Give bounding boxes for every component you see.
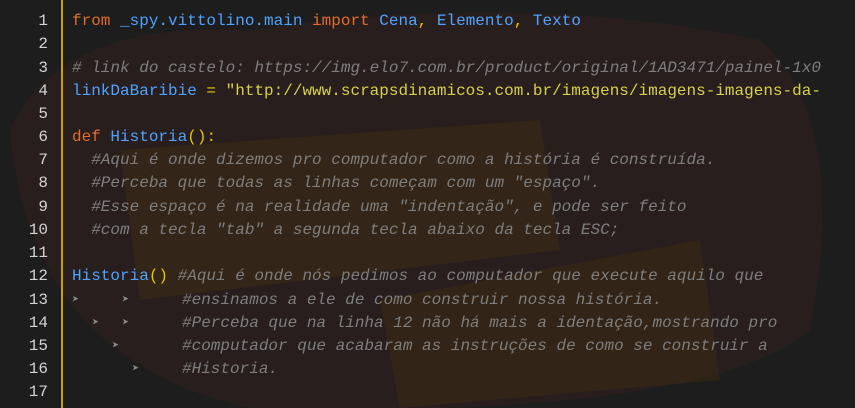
code-line-12[interactable]: Historia() #Aqui é onde nós pedimos ao c… [72, 265, 763, 288]
string-literal: "http://www.scrapsdinamicos.com.br/image… [225, 82, 821, 100]
code-area[interactable]: from _spy.vittolino.main import Cena, El… [72, 0, 855, 408]
line-number: 7 [38, 151, 48, 169]
line-number: 14 [28, 314, 48, 332]
code-line-3[interactable]: # link do castelo: https://img.elo7.com.… [72, 57, 821, 80]
line-number: 9 [38, 198, 48, 216]
parens: () [148, 267, 169, 285]
line-number: 17 [28, 383, 48, 401]
class-name: Texto [523, 12, 581, 30]
assign-operator: = [196, 82, 226, 100]
keyword-from: from [72, 12, 111, 30]
line-number: 8 [38, 174, 48, 192]
code-line-14[interactable]: #Perceba que na linha 12 não há mais a i… [182, 312, 777, 335]
line-number: 2 [38, 35, 48, 53]
code-line-7[interactable]: #Aqui é onde dizemos pro computador como… [72, 149, 715, 172]
line-number-gutter: 1 2 3 4 5 6 7 8 9 10 11 12 13 14 15 16 1… [0, 0, 60, 408]
line-number: 12 [28, 267, 48, 285]
class-name: Elemento [427, 12, 514, 30]
keyword-def: def [72, 128, 101, 146]
code-line-4[interactable]: linkDaBaribie = "http://www.scrapsdinami… [72, 80, 821, 103]
function-name: Historia [100, 128, 188, 146]
code-line-8[interactable]: #Perceba que todas as linhas começam com… [72, 172, 600, 195]
line-number: 1 [38, 12, 48, 30]
line-number: 5 [38, 105, 48, 123]
code-line-15[interactable]: #computador que acabaram as instruções d… [182, 335, 768, 358]
line-number: 13 [28, 291, 48, 309]
code-line-13[interactable]: #ensinamos a ele de como construir nossa… [182, 289, 662, 312]
code-line-9[interactable]: #Esse espaço é na realidade uma "indenta… [72, 196, 686, 219]
line-number: 16 [28, 360, 48, 378]
line-number: 6 [38, 128, 48, 146]
keyword-import: import [302, 12, 370, 30]
line-number: 4 [38, 82, 48, 100]
code-line-6[interactable]: def Historia(): [72, 126, 216, 149]
parens: (): [187, 128, 217, 146]
code-line-1[interactable]: from _spy.vittolino.main import Cena, El… [72, 10, 581, 33]
line-number: 15 [28, 337, 48, 355]
indent-guide-line [61, 0, 63, 408]
line-number: 3 [38, 59, 48, 77]
function-call: Historia [72, 267, 149, 285]
code-line-16[interactable]: #Historia. [182, 358, 278, 381]
comma: , [513, 12, 524, 30]
variable-name: linkDaBaribie [72, 82, 197, 100]
line-number: 11 [28, 244, 48, 262]
code-line-10[interactable]: #com a tecla "tab" a segunda tecla abaix… [72, 219, 619, 242]
code-editor[interactable]: 1 2 3 4 5 6 7 8 9 10 11 12 13 14 15 16 1… [0, 0, 855, 408]
class-name: Cena [369, 12, 418, 30]
line-number: 10 [28, 221, 48, 239]
comma: , [417, 12, 428, 30]
inline-comment: #Aqui é onde nós pedimos ao computador q… [168, 267, 764, 285]
module-name: _spy.vittolino.main [110, 12, 303, 30]
